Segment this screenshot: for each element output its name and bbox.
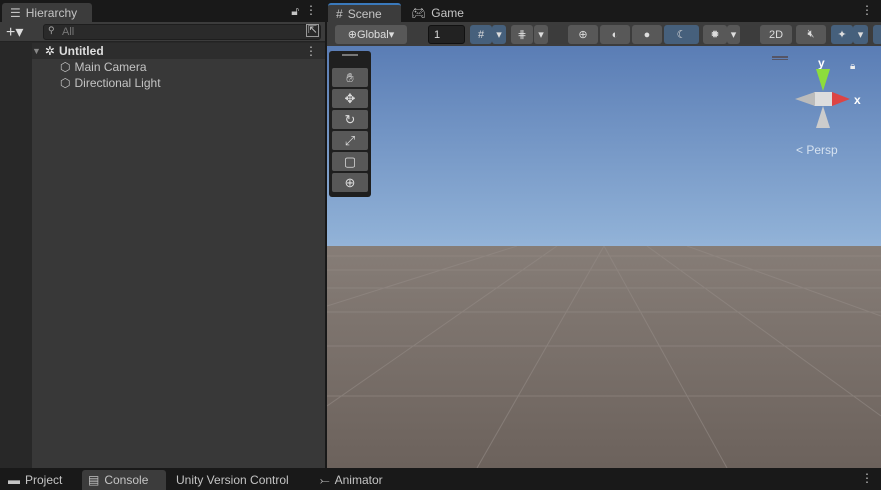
drag-handle[interactable] xyxy=(342,54,358,56)
globe-icon: ⊕ xyxy=(347,29,357,41)
expand-triangle-icon[interactable]: ▼ xyxy=(32,46,41,56)
snap-dropdown[interactable]: ▾ xyxy=(534,25,548,44)
tab-animator[interactable]: ⤚ Animator xyxy=(314,470,389,490)
overflow-button[interactable] xyxy=(873,25,881,44)
shaded-wireframe-icon[interactable]: ◐ xyxy=(600,25,630,44)
unlit-icon[interactable]: ☾ xyxy=(664,25,699,44)
neg-y-cone[interactable] xyxy=(816,106,830,128)
tab-project[interactable]: ▬ Project xyxy=(2,470,68,490)
grid-snap-icon[interactable]: # xyxy=(470,25,492,44)
toggle-2d-button[interactable]: 2D xyxy=(760,25,792,44)
list-icon: ☰ xyxy=(10,5,21,20)
hand-tool-icon[interactable]: ✋︎ xyxy=(332,68,368,87)
shaded-icon[interactable]: ● xyxy=(632,25,662,44)
list-item[interactable]: ⬡ Main Camera xyxy=(60,59,325,75)
hierarchy-panel: ☰ Hierarchy 🔓︎ ⋮ +▾ All ⚲ ⇱ ▼ ✲ Untitled … xyxy=(0,0,325,468)
pivot-rotation-dropdown[interactable]: ⊕ Global ▾ xyxy=(335,25,407,44)
unity-logo-icon: ✲ xyxy=(44,44,55,58)
gamepad-icon: 🎮︎ xyxy=(411,5,427,20)
rotate-tool-icon[interactable]: ↻ xyxy=(332,110,368,129)
snap-magnet-icon[interactable]: ⋕ xyxy=(511,25,533,44)
grid-size-input[interactable]: 1 xyxy=(428,25,465,44)
neg-x-cone[interactable] xyxy=(795,92,815,106)
gameobject-cube-icon: ⬡ xyxy=(60,60,71,74)
tab-scene[interactable]: # Scene xyxy=(328,3,401,22)
animator-icon: ⤚ xyxy=(320,472,330,487)
tab-hierarchy[interactable]: ☰ Hierarchy xyxy=(2,3,92,22)
scene-viewport[interactable]: ✋︎ ✥ ↻ ⤢ ▢ ⊕ 🔒︎ y x < Persp xyxy=(327,46,881,468)
add-button[interactable]: +▾ xyxy=(6,22,23,42)
orientation-gizmo[interactable]: y x xyxy=(792,56,861,131)
lock-icon[interactable]: 🔓︎ xyxy=(291,4,299,19)
bottom-tabbar: ▬ Project ▤ Console Unity Version Control … xyxy=(0,468,881,490)
ground-grid xyxy=(327,246,881,468)
transform-tool-icon[interactable]: ⊕ xyxy=(332,173,368,192)
search-input[interactable]: All xyxy=(43,24,321,40)
projection-toggle[interactable]: < Persp xyxy=(796,143,838,157)
more-menu-icon[interactable]: ⋮ xyxy=(305,3,317,17)
tab-console[interactable]: ▤ Console xyxy=(82,470,166,490)
more-menu-icon[interactable]: ⋮ xyxy=(861,471,873,485)
x-axis-cone[interactable] xyxy=(832,92,850,106)
open-window-icon[interactable]: ⇱ xyxy=(306,24,319,37)
scene-row[interactable]: ▼ ✲ Untitled ⋮ xyxy=(32,43,325,59)
move-tool-icon[interactable]: ✥ xyxy=(332,89,368,108)
gizmo-center-cube[interactable] xyxy=(814,92,832,106)
more-menu-icon[interactable]: ⋮ xyxy=(861,3,873,17)
gizmo-drag-handle[interactable] xyxy=(772,56,788,60)
gameobject-cube-icon: ⬡ xyxy=(60,76,71,90)
grid-icon: # xyxy=(336,6,343,21)
tab-game[interactable]: 🎮︎ Game xyxy=(403,3,472,22)
scale-tool-icon[interactable]: ⤢ xyxy=(332,131,368,150)
folder-icon: ▬ xyxy=(8,473,20,487)
y-axis-cone[interactable] xyxy=(816,69,830,91)
wireframe-shading-icon[interactable]: ⊕ xyxy=(568,25,598,44)
audio-mute-icon[interactable]: 🔇︎ xyxy=(796,25,826,44)
tool-palette: ✋︎ ✥ ↻ ⤢ ▢ ⊕ xyxy=(329,51,371,197)
search-icon: ⚲ xyxy=(48,25,55,35)
tab-unity-version-control[interactable]: Unity Version Control xyxy=(170,470,295,490)
rect-tool-icon[interactable]: ▢ xyxy=(332,152,368,171)
console-icon: ▤ xyxy=(88,473,100,487)
effects-dropdown[interactable]: ▾ xyxy=(853,25,868,44)
scene-toolbar: ⊕ Global ▾ 1 # ▾ ⋕ ▾ ⊕ ◐ ● ☾ ✹ ▾ 2D 🔇︎ ✦ ▾ xyxy=(327,22,881,46)
scene-panel: # Scene 🎮︎ Game ⋮ ⊕ Global ▾ 1 # ▾ ⋕ ▾ ⊕ ◐ ●… xyxy=(327,0,881,468)
grid-dropdown[interactable]: ▾ xyxy=(492,25,506,44)
effects-icon[interactable]: ✦ xyxy=(831,25,853,44)
list-item[interactable]: ⬡ Directional Light xyxy=(60,75,325,91)
debug-dropdown[interactable]: ▾ xyxy=(727,25,740,44)
debug-bug-icon[interactable]: ✹ xyxy=(703,25,727,44)
scene-menu-icon[interactable]: ⋮ xyxy=(305,44,317,58)
